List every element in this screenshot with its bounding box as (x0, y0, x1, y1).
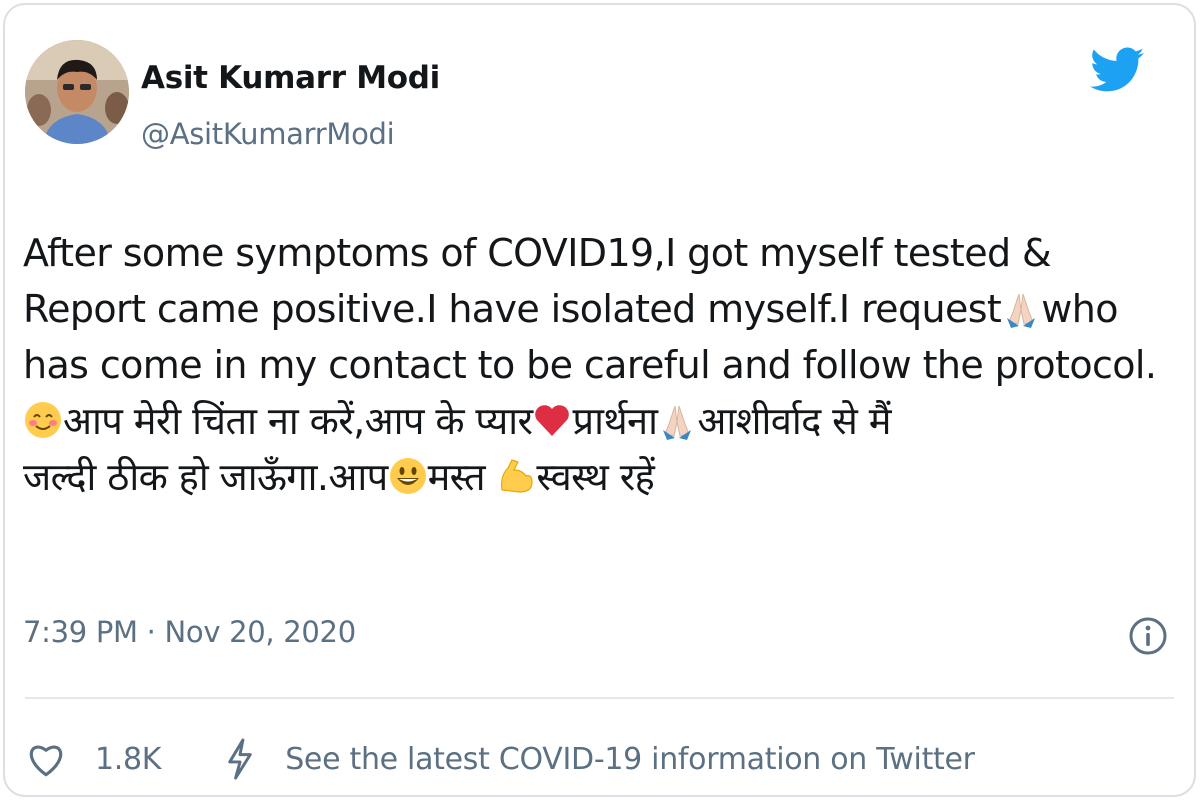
tweet-line-3: has come in my contact to be careful and… (23, 343, 1157, 387)
author-name[interactable]: Asit Kumarr Modi (141, 60, 440, 96)
author-handle[interactable]: @AsitKumarrModi (141, 117, 395, 151)
covid-info-link[interactable]: See the latest COVID-19 information on T… (285, 742, 975, 777)
tweet-line-1: After some symptoms of COVID19,I got mys… (23, 231, 1052, 275)
tweet-line-5-mid: मस्त (427, 455, 497, 499)
tweet-line-2-end: who (1041, 287, 1118, 331)
grinning-face-icon (389, 458, 426, 494)
like-count[interactable]: 1.8K (95, 742, 161, 777)
author-avatar[interactable] (25, 40, 129, 144)
tweet-line-2: Report came positive.I have isolated mys… (23, 281, 1183, 337)
lightning-bolt-icon[interactable] (225, 737, 255, 781)
tweet-line-4: आप मेरी चिंता ना करें,आप के प्यार प्रार्थ… (23, 393, 1183, 449)
profile-photo (25, 40, 129, 144)
folded-hands-icon (1007, 293, 1036, 328)
info-icon[interactable] (1128, 616, 1168, 656)
tweet-line-5-end: स्वस्थ रहें (536, 455, 655, 499)
folded-hands-icon (663, 405, 692, 440)
tweet-line-4-text: आप मेरी चिंता ना करें,आप के प्यार (63, 399, 533, 443)
tweet-line-5-text: जल्दी ठीक हो जाऊँगा.आप (23, 455, 388, 499)
twitter-bird-icon[interactable] (1090, 45, 1144, 95)
tweet-timestamp[interactable]: 7:39 PM · Nov 20, 2020 (23, 615, 356, 649)
divider (25, 697, 1174, 699)
tweet-line-5: जल्दी ठीक हो जाऊँगा.आप मस्त स्वस्थ रहें (23, 449, 1183, 505)
heart-icon[interactable] (25, 738, 67, 780)
smiling-face-icon (25, 402, 61, 438)
flexed-biceps-icon (501, 459, 534, 493)
tweet-line-2-text: Report came positive.I have isolated mys… (23, 287, 1002, 331)
red-heart-icon (535, 405, 570, 436)
tweet-line-4-mid: प्रार्थना (572, 399, 658, 443)
tweet-card: Asit Kumarr Modi @AsitKumarrModi After s… (3, 3, 1196, 797)
tweet-text: After some symptoms of COVID19,I got mys… (23, 225, 1183, 505)
tweet-line-4-end: आशीर्वाद से मैं (697, 399, 891, 443)
tweet-actions: 1.8K See the latest COVID-19 information… (25, 737, 975, 781)
